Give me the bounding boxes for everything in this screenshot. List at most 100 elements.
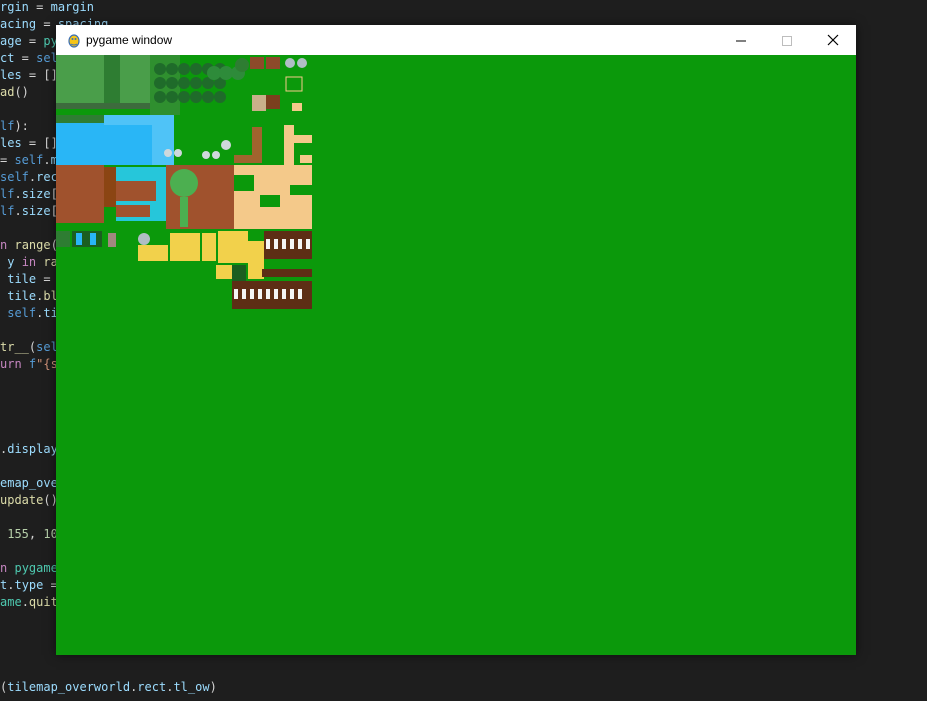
code-token: = [] [21, 68, 58, 82]
code-token: update [0, 493, 44, 507]
sand-path-tile [300, 155, 312, 163]
code-token: pygame [14, 561, 58, 575]
grass-patch-tile [180, 197, 188, 227]
house-tile [250, 57, 264, 69]
close-button[interactable] [810, 25, 856, 55]
code-token: self [0, 170, 29, 184]
code-token: = [0, 153, 15, 167]
minimize-button[interactable] [718, 25, 764, 55]
wheat-tile [248, 241, 264, 265]
code-token: () [14, 85, 29, 99]
code-token: quit [28, 595, 58, 609]
code-token: . [14, 204, 22, 218]
code-token: . [43, 153, 51, 167]
tree-tile [166, 91, 178, 103]
tileset-image [56, 55, 312, 309]
grass-patch-tile [234, 175, 254, 191]
code-token: . [21, 595, 29, 609]
maximize-button[interactable] [764, 25, 810, 55]
code-token: ame [0, 595, 22, 609]
code-token: self [7, 306, 37, 320]
window-tile [282, 239, 286, 249]
water-tile [152, 115, 174, 165]
minimize-icon [736, 31, 746, 50]
code-token: tile [7, 289, 37, 303]
code-token: , [28, 527, 44, 541]
code-line: 155, 10 [0, 526, 58, 543]
code-token: les [0, 136, 22, 150]
tree-tile [154, 63, 166, 75]
sand-path-tile [285, 76, 303, 92]
wheat-tile [216, 265, 232, 279]
pygame-snake-icon [66, 32, 82, 48]
grass-tile [56, 55, 104, 107]
window-tile [282, 289, 286, 299]
window-tile [306, 239, 310, 249]
grass-patch-tile [170, 169, 198, 197]
tree-tile [178, 63, 190, 75]
game-canvas[interactable] [56, 55, 856, 655]
code-token: rgin [0, 0, 29, 14]
code-line: lf): [0, 118, 29, 135]
tree-tile [190, 91, 202, 103]
bridge-tile [234, 155, 262, 163]
code-line: ad() [0, 84, 29, 101]
window-tile [242, 289, 246, 299]
code-line: update() [0, 492, 58, 509]
code-token: = [36, 272, 58, 286]
maximize-icon [782, 31, 792, 50]
window-tile [290, 289, 294, 299]
code-token: = [21, 34, 44, 48]
code-token: lf [0, 204, 15, 218]
code-token: = [] [21, 136, 58, 150]
window-tile [266, 239, 270, 249]
dirt-tile [116, 181, 156, 201]
code-token: ) [209, 680, 217, 694]
bush-tile [219, 66, 233, 80]
code-token: = [36, 17, 58, 31]
code-token: in [21, 255, 37, 269]
bridge-tile [108, 233, 116, 247]
tree-tile [166, 77, 178, 89]
dirt-tile [56, 165, 104, 223]
code-token: tl_ow [173, 680, 210, 694]
wood-fence-tile [264, 231, 312, 259]
code-line: les = [] [0, 135, 58, 152]
window-titlebar[interactable]: pygame window [56, 25, 856, 55]
window-tile [290, 239, 294, 249]
stone-tile [202, 151, 210, 159]
code-token: acing [0, 17, 37, 31]
code-token: . [14, 187, 22, 201]
pygame-window[interactable]: pygame window [56, 25, 856, 655]
code-token: lf [0, 119, 15, 133]
house-tile [252, 95, 266, 111]
code-token: ct [0, 51, 15, 65]
code-token: tile [7, 272, 37, 286]
grass-tile [232, 265, 246, 281]
grass-patch-tile [290, 185, 312, 195]
bush-tile [207, 66, 221, 80]
grass-tile [104, 55, 120, 107]
water-tile [104, 115, 152, 125]
stone-tile [174, 149, 182, 157]
tree-tile [154, 91, 166, 103]
code-token: margin [50, 0, 94, 14]
code-token: display [7, 442, 58, 456]
window-tile [274, 289, 278, 299]
stone-tile [212, 151, 220, 159]
stone-tile [138, 233, 150, 245]
wheat-tile [138, 245, 168, 261]
grass-tile [56, 115, 104, 123]
bridge-tile [252, 127, 262, 155]
wheat-tile [170, 233, 200, 261]
close-icon [827, 31, 839, 50]
code-token: rect [137, 680, 167, 694]
grass-patch-tile [260, 195, 280, 207]
code-token: tr__ [0, 340, 29, 354]
wheat-tile [202, 233, 216, 261]
tree-tile [154, 77, 166, 89]
code-token: self [14, 153, 44, 167]
code-token: lf [0, 187, 15, 201]
